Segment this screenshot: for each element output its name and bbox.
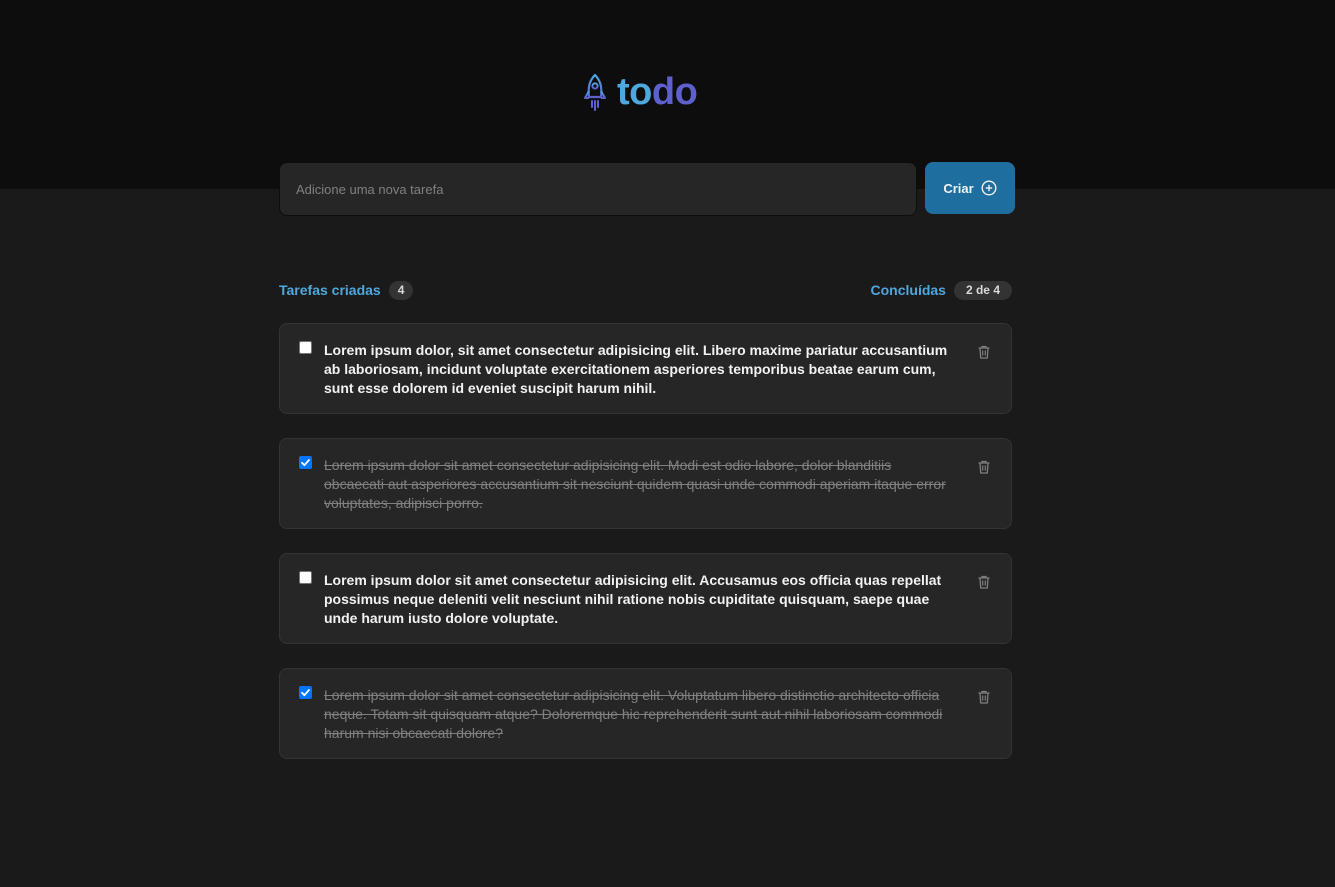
task-checkbox[interactable] — [299, 686, 312, 699]
new-task-input[interactable] — [279, 162, 917, 216]
done-label: Concluídas — [870, 282, 946, 298]
task-text: Lorem ipsum dolor sit amet consectetur a… — [324, 687, 943, 741]
task-item: Lorem ipsum dolor sit amet consectetur a… — [279, 438, 1012, 529]
created-count-badge: 4 — [388, 280, 414, 300]
trash-icon[interactable] — [976, 574, 992, 590]
app-header: todo — [0, 0, 1335, 189]
task-list: Lorem ipsum dolor, sit amet consectetur … — [279, 323, 1012, 783]
plus-circle-icon — [981, 180, 997, 196]
trash-icon[interactable] — [976, 689, 992, 705]
logo-text-part2: do — [651, 71, 698, 113]
create-button-label: Criar — [943, 180, 974, 196]
trash-icon[interactable] — [976, 459, 992, 475]
task-checkbox[interactable] — [299, 341, 312, 354]
checkmark-icon — [301, 459, 310, 467]
task-item: Lorem ipsum dolor, sit amet consectetur … — [279, 323, 1012, 414]
trash-icon[interactable] — [976, 344, 992, 360]
created-summary: Tarefas criadas 4 — [279, 280, 414, 300]
task-checkbox[interactable] — [299, 571, 312, 584]
task-checkbox[interactable] — [299, 456, 312, 469]
rocket-icon — [584, 73, 606, 111]
task-text: Lorem ipsum dolor sit amet consectetur a… — [324, 457, 946, 511]
done-count-badge: 2 de 4 — [953, 280, 1012, 300]
task-item: Lorem ipsum dolor sit amet consectetur a… — [279, 553, 1012, 644]
task-item: Lorem ipsum dolor sit amet consectetur a… — [279, 668, 1012, 759]
task-text: Lorem ipsum dolor sit amet consectetur a… — [324, 572, 942, 626]
create-task-button[interactable]: Criar — [925, 162, 1015, 214]
created-label: Tarefas criadas — [279, 282, 381, 298]
task-text: Lorem ipsum dolor, sit amet consectetur … — [324, 342, 948, 396]
task-summary: Tarefas criadas 4 Concluídas 2 de 4 — [279, 279, 1012, 301]
checkmark-icon — [301, 689, 310, 697]
app-logo: todo — [583, 70, 698, 114]
done-summary: Concluídas 2 de 4 — [870, 280, 1012, 300]
logo-text: todo — [617, 70, 698, 114]
logo-text-part1: to — [617, 71, 652, 113]
